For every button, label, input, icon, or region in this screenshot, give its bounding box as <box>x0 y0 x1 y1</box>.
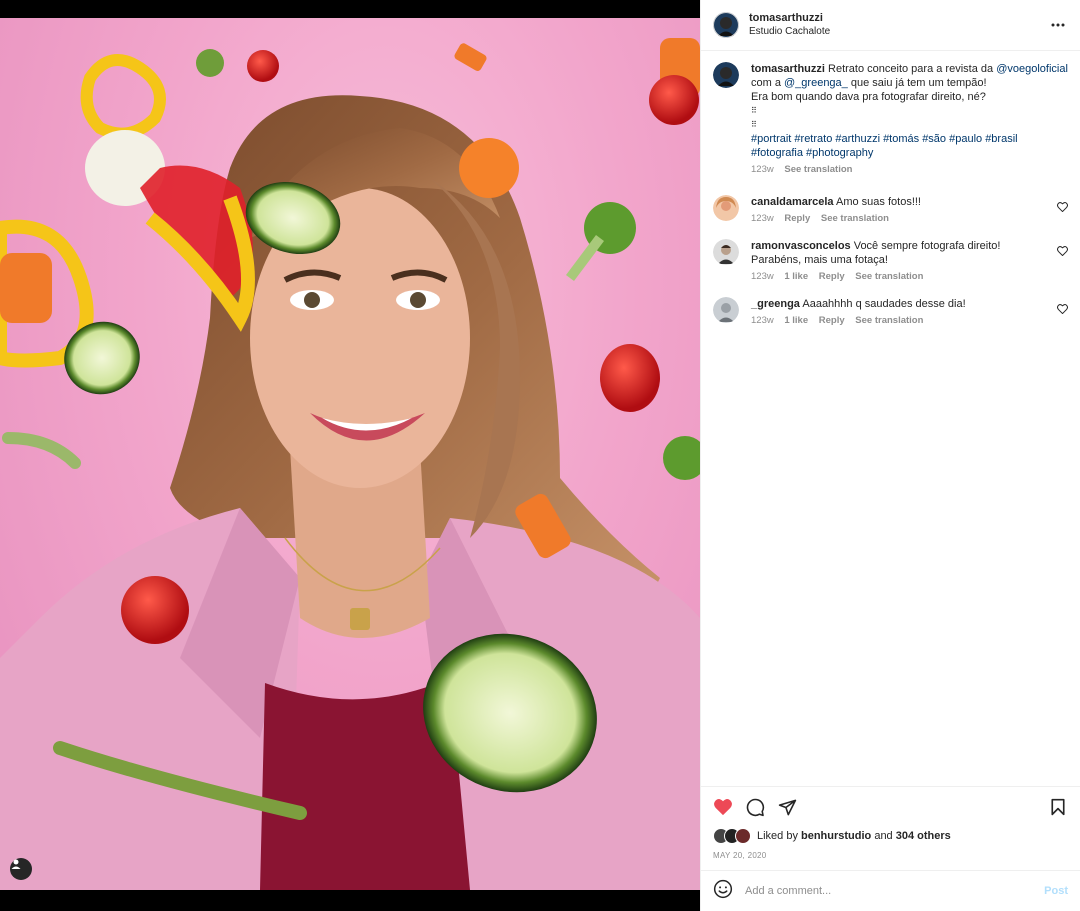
hashtags[interactable]: #portrait #retrato #arthuzzi #tomás #são… <box>751 132 1068 146</box>
comment-icon[interactable] <box>743 795 767 819</box>
post-location[interactable]: Estudio Cachalote <box>749 25 1048 39</box>
commenter-avatar[interactable] <box>713 239 739 265</box>
caption-text: Retrato conceito para a revista da <box>824 63 997 75</box>
comment-item: _greenga Aaaahhhh q saudades desse dia! … <box>713 297 1068 328</box>
see-translation-link[interactable]: See translation <box>784 164 852 175</box>
comment-time[interactable]: 123w <box>751 315 774 326</box>
post-button[interactable]: Post <box>1044 885 1068 897</box>
caption-dots: ⠿ <box>751 106 757 115</box>
post-photo[interactable] <box>0 18 700 890</box>
emoji-icon[interactable] <box>713 879 733 904</box>
liker-avatars[interactable] <box>713 828 751 844</box>
heart-icon[interactable] <box>711 795 735 819</box>
caption-username[interactable]: tomasarthuzzi <box>751 63 825 75</box>
reply-link[interactable]: Reply <box>784 213 810 224</box>
caption: tomasarthuzzi Retrato conceito para a re… <box>713 62 1068 177</box>
comment-time[interactable]: 123w <box>751 271 774 282</box>
comment-text: Amo suas fotos!!! <box>833 196 921 208</box>
likes-others-link[interactable]: 304 others <box>896 830 951 842</box>
likes-prefix: Liked by <box>757 830 798 842</box>
hashtags[interactable]: #fotografia #photography <box>751 146 1068 160</box>
comment-text: Aaaahhhh q saudades desse dia! <box>799 298 966 310</box>
post-header: tomasarthuzzi Estudio Cachalote <box>701 0 1080 51</box>
see-translation-link[interactable]: See translation <box>855 271 923 282</box>
likes-middle: and <box>871 830 896 842</box>
mention-link[interactable]: @_greenga_ <box>784 77 848 89</box>
post-date[interactable]: MAY 20, 2020 <box>701 845 1080 870</box>
share-icon[interactable] <box>775 795 799 819</box>
user-tag-icon[interactable] <box>10 858 32 880</box>
comment-username[interactable]: _greenga <box>751 298 800 310</box>
reply-link[interactable]: Reply <box>819 315 845 326</box>
author-username[interactable]: tomasarthuzzi <box>749 11 1048 25</box>
comment-item: canaldamarcela Amo suas fotos!!! 123w Re… <box>713 195 1068 226</box>
like-comment-icon[interactable] <box>1057 301 1068 319</box>
comment-time[interactable]: 123w <box>751 213 774 224</box>
reply-link[interactable]: Reply <box>819 271 845 282</box>
action-bar <box>701 787 1080 827</box>
comments-list: tomasarthuzzi Retrato conceito para a re… <box>701 51 1080 328</box>
caption-line: Era bom quando dava pra fotografar direi… <box>751 91 986 103</box>
like-comment-icon[interactable] <box>1057 243 1068 261</box>
comment-item: ramonvasconcelos Você sempre fotografa d… <box>713 239 1068 284</box>
caption-text: com a <box>751 77 785 89</box>
likes-summary: Liked by benhurstudio and 304 others <box>701 827 1080 845</box>
post-side-panel: tomasarthuzzi Estudio Cachalote tomasart… <box>700 0 1080 911</box>
comment-box: Post <box>701 870 1080 911</box>
post-actions-area: Liked by benhurstudio and 304 others MAY… <box>701 786 1080 911</box>
commenter-avatar[interactable] <box>713 195 739 221</box>
caption-dots: ⠿ <box>751 120 757 129</box>
mention-link[interactable]: @voegoloficial <box>996 63 1068 75</box>
see-translation-link[interactable]: See translation <box>855 315 923 326</box>
like-comment-icon[interactable] <box>1057 199 1068 217</box>
portrait-illustration <box>0 38 700 890</box>
comment-input[interactable] <box>743 884 1045 898</box>
commenter-avatar[interactable] <box>713 297 739 323</box>
author-avatar[interactable] <box>713 12 739 38</box>
comment-likes[interactable]: 1 like <box>784 271 808 282</box>
comment-username[interactable]: ramonvasconcelos <box>751 240 851 252</box>
comment-username[interactable]: canaldamarcela <box>751 196 834 208</box>
caption-avatar[interactable] <box>713 62 739 88</box>
bookmark-icon[interactable] <box>1046 795 1070 819</box>
more-options-icon[interactable] <box>1048 15 1068 35</box>
caption-time[interactable]: 123w <box>751 164 774 175</box>
liker-username[interactable]: benhurstudio <box>801 830 871 842</box>
comment-likes[interactable]: 1 like <box>784 315 808 326</box>
caption-text: que saiu já tem um tempão! <box>847 77 987 89</box>
see-translation-link[interactable]: See translation <box>821 213 889 224</box>
